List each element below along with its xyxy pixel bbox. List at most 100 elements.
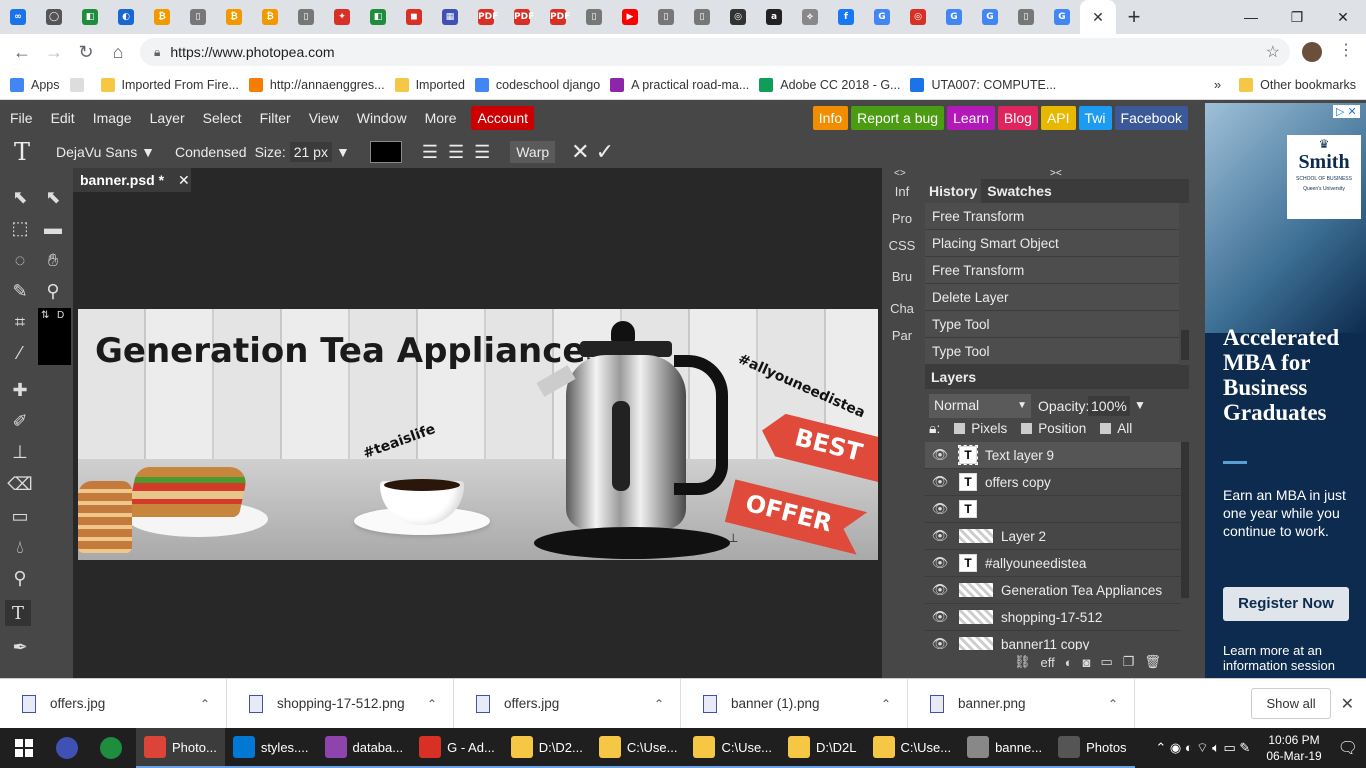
ad-panel[interactable]: ▷ ✕ ♛ Smith SCHOOL OF BUSINESS Queen's U…: [1205, 103, 1366, 678]
browser-tab-11[interactable]: ◧: [360, 0, 396, 34]
direct-select-tool-icon[interactable]: ⬉: [40, 184, 66, 210]
gradient-tool-icon[interactable]: ▭: [7, 503, 33, 529]
close-tab-icon[interactable]: ✕: [1092, 9, 1104, 26]
download-menu-icon[interactable]: ⌃: [881, 697, 891, 711]
browser-tab-4[interactable]: ◐: [108, 0, 144, 34]
opacity-dropdown-icon[interactable]: ▼: [1134, 398, 1146, 412]
eyedropper-tool-icon[interactable]: ⁄: [7, 340, 33, 366]
bookmark-item[interactable]: Imported: [394, 77, 465, 92]
quick-select-tool-icon[interactable]: ✎: [7, 278, 33, 304]
blend-mode-select[interactable]: Normal ▼: [929, 394, 1031, 418]
font-select[interactable]: DejaVu Sans ▼: [56, 144, 155, 160]
side-inf[interactable]: Inf: [882, 184, 922, 199]
history-item[interactable]: Type Tool: [925, 311, 1179, 338]
clock[interactable]: 10:06 PM 06-Mar-19: [1258, 728, 1329, 768]
tray-icons[interactable]: ⌃ ◉ ◐ ⌔ 🔈︎ ▭ ✎: [1147, 728, 1258, 768]
lock-pixels-checkbox[interactable]: [954, 423, 966, 434]
rectangle-tool-icon[interactable]: ▬: [40, 215, 66, 241]
align-left-icon[interactable]: ☰: [422, 142, 438, 163]
taskbar-pin-1-icon[interactable]: [48, 728, 92, 768]
layer-row[interactable]: 👁︎ T #allyouneedistea: [925, 550, 1181, 577]
home-icon[interactable]: ⌂: [102, 36, 134, 68]
account-button[interactable]: Account: [471, 106, 535, 130]
browser-tab-30[interactable]: G: [1044, 0, 1080, 34]
type-tool-button-icon[interactable]: T: [5, 600, 31, 626]
side-par[interactable]: Par: [882, 328, 922, 343]
browser-tab-23[interactable]: ⟡: [792, 0, 828, 34]
download-menu-icon[interactable]: ⌃: [200, 697, 210, 711]
hand-tool-icon[interactable]: ✋︎: [40, 247, 66, 273]
browser-tab-16[interactable]: PDF: [540, 0, 576, 34]
download-item[interactable]: banner (1).png ⌃: [681, 678, 908, 729]
move-tool-icon[interactable]: ⬉: [7, 184, 33, 210]
history-item[interactable]: Free Transform: [925, 203, 1179, 230]
browser-tab-26[interactable]: ◎: [900, 0, 936, 34]
new-layer-icon[interactable]: ❐: [1123, 654, 1135, 670]
badge-blog[interactable]: Blog: [997, 106, 1038, 130]
warp-button[interactable]: Warp: [510, 141, 556, 163]
align-right-icon[interactable]: ☰: [474, 142, 490, 163]
browser-tab-17[interactable]: ▯: [576, 0, 612, 34]
browser-tab-18[interactable]: ▶: [612, 0, 648, 34]
ad-choices-icon[interactable]: ▷ ✕: [1333, 105, 1360, 118]
zoom-tool-icon[interactable]: ⚲: [40, 278, 66, 304]
chrome-menu-icon[interactable]: ⋮: [1338, 40, 1354, 60]
layer-row[interactable]: 👁︎ T: [925, 496, 1181, 523]
menu-view[interactable]: View: [300, 110, 348, 126]
notifications-icon[interactable]: 🗨︎: [1330, 728, 1366, 768]
tab-swatches[interactable]: Swatches: [983, 179, 1056, 203]
browser-tab-12[interactable]: ◼: [396, 0, 432, 34]
taskbar-app[interactable]: databa...: [316, 728, 412, 768]
bookmark-item[interactable]: [69, 77, 91, 92]
eraser-tool-icon[interactable]: ⌫: [7, 471, 33, 497]
menu-file[interactable]: File: [1, 110, 42, 126]
taskbar-app[interactable]: G - Ad...: [411, 728, 503, 768]
layers-scrollbar[interactable]: [1181, 442, 1189, 598]
layer-row[interactable]: 👁︎ Layer 2: [925, 523, 1181, 550]
browser-tab-9[interactable]: ▯: [288, 0, 324, 34]
browser-tab-27[interactable]: G: [936, 0, 972, 34]
browser-tab-19[interactable]: ▯: [648, 0, 684, 34]
menu-more[interactable]: More: [416, 110, 466, 126]
taskbar-app[interactable]: Photos: [1050, 728, 1135, 768]
browser-tab-22[interactable]: a: [756, 0, 792, 34]
brush-tool-icon[interactable]: ✐: [7, 408, 33, 434]
bookmark-item[interactable]: http://annaenggres...: [248, 77, 385, 92]
bookmark-star-icon[interactable]: ☆: [1266, 42, 1280, 62]
mask-icon[interactable]: ◙: [1083, 655, 1091, 670]
size-input[interactable]: 21 px: [289, 142, 332, 162]
visibility-eye-icon[interactable]: 👁︎: [925, 555, 955, 571]
effects-button[interactable]: eff: [1041, 655, 1055, 670]
badge-info[interactable]: Info: [812, 106, 849, 130]
taskbar-app[interactable]: C:\Use...: [685, 728, 781, 768]
download-item[interactable]: offers.jpg ⌃: [454, 678, 681, 729]
collapse-side-icon[interactable]: <>: [894, 168, 906, 179]
forward-icon[interactable]: →: [38, 36, 70, 68]
layer-row[interactable]: 👁︎ banner11 copy: [925, 631, 1181, 650]
browser-tab-8[interactable]: ₿: [252, 0, 288, 34]
default-colors-icon[interactable]: D: [57, 310, 64, 321]
browser-tab-6[interactable]: ▯: [180, 0, 216, 34]
layer-row[interactable]: 👁︎ Toffers copy: [925, 469, 1181, 496]
minimize-icon[interactable]: —: [1228, 0, 1274, 34]
menu-edit[interactable]: Edit: [42, 110, 84, 126]
side-cha[interactable]: Cha: [882, 301, 922, 316]
download-menu-icon[interactable]: ⌃: [427, 697, 437, 711]
download-menu-icon[interactable]: ⌃: [1108, 697, 1118, 711]
browser-tab-1[interactable]: ∞: [0, 0, 36, 34]
browser-tab-2[interactable]: ◯: [36, 0, 72, 34]
layer-row[interactable]: 👁︎ T Text layer 9: [925, 442, 1181, 469]
lock-position-checkbox[interactable]: [1021, 423, 1033, 434]
layer-row[interactable]: 👁︎ Generation Tea Appliances: [925, 577, 1181, 604]
banner-canvas[interactable]: Generation Tea Appliances #allyouneedist…: [78, 309, 878, 560]
bookmark-item[interactable]: UTA007: COMPUTE...: [910, 77, 1056, 92]
restore-icon[interactable]: ❐: [1274, 0, 1320, 34]
ad-register-button[interactable]: Register Now: [1223, 587, 1349, 621]
browser-tab-active[interactable]: ✕: [1080, 0, 1116, 34]
browser-tab-20[interactable]: ▯: [684, 0, 720, 34]
menu-select[interactable]: Select: [194, 110, 251, 126]
color-swatches[interactable]: ⇅ D: [38, 308, 71, 365]
back-icon[interactable]: ←: [6, 36, 38, 68]
browser-tab-10[interactable]: ✦: [324, 0, 360, 34]
history-scrollbar[interactable]: [1181, 330, 1189, 360]
